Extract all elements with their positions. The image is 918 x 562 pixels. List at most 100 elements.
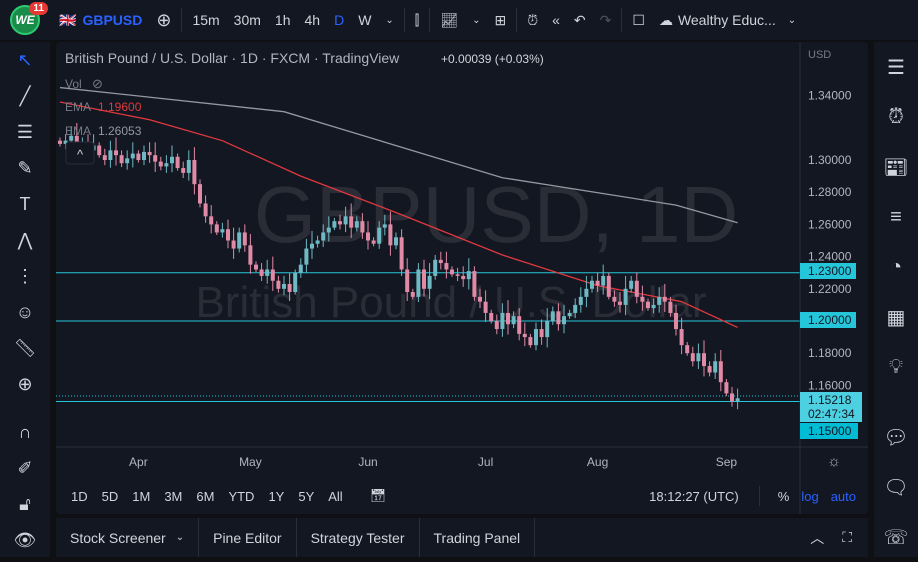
candle-body: [668, 301, 673, 313]
percent-toggle[interactable]: %: [778, 489, 790, 504]
indicators-icon[interactable]: 📈︎: [433, 0, 465, 40]
calendar-icon[interactable]: ▦: [874, 292, 918, 342]
candle-body: [640, 296, 645, 302]
candle-body: [259, 269, 264, 276]
price-chart[interactable]: GBPUSD, 1D British Pound / U.S. Dollar 1…: [56, 42, 868, 514]
range-1m[interactable]: 1M: [125, 489, 157, 504]
range-5y[interactable]: 5Y: [291, 489, 321, 504]
chevron-down-icon[interactable]: ⌄: [378, 0, 400, 40]
undo-icon[interactable]: ↶: [567, 0, 593, 40]
compare-add-icon[interactable]: ⊕: [149, 0, 178, 40]
candle-body: [326, 227, 331, 233]
symbol-search[interactable]: 🇬🇧 GBPUSD: [52, 0, 149, 40]
notification-badge: 11: [29, 2, 48, 15]
interval-30m[interactable]: 30m: [227, 0, 268, 40]
chevron-down-icon[interactable]: ⌄: [465, 0, 487, 40]
layout-name[interactable]: ☁︎ Wealthy Educ... ⌄: [652, 0, 803, 40]
hotlist-icon[interactable]: ◔: [874, 242, 918, 292]
pencil-lock-icon[interactable]: ✐: [0, 450, 50, 486]
candle-body: [175, 156, 180, 169]
auto-toggle[interactable]: auto: [831, 489, 856, 504]
redo-icon[interactable]: ↷: [593, 0, 619, 40]
zoom-in-icon[interactable]: ⊕: [0, 366, 50, 402]
time-tick: Jun: [358, 455, 377, 469]
brush-icon[interactable]: ✎: [0, 150, 50, 186]
tab-strategy-tester[interactable]: Strategy Tester: [297, 518, 420, 557]
chart-pane[interactable]: GBPUSD, 1D British Pound / U.S. Dollar 1…: [56, 42, 868, 514]
maximize-icon[interactable]: ⛶: [842, 529, 852, 546]
alarm-icon[interactable]: ⏰︎: [520, 0, 545, 40]
watchlist-icon[interactable]: ☰: [874, 42, 918, 92]
candle-body: [125, 158, 130, 164]
candle-body: [142, 151, 146, 160]
ema-fast-label[interactable]: EMA: [65, 100, 91, 114]
fullscreen-square-icon[interactable]: ☐: [625, 0, 652, 40]
interval-15m[interactable]: 15m: [185, 0, 226, 40]
chevron-up-icon[interactable]: ︿: [810, 528, 824, 548]
tab-stock-screener[interactable]: Stock Screener ⌄: [56, 518, 200, 557]
candles-icon[interactable]: ⫿: [408, 0, 426, 40]
log-toggle[interactable]: log: [801, 489, 818, 504]
alerts-icon[interactable]: ⏰︎: [874, 92, 918, 142]
candle-body: [724, 382, 729, 394]
interval-1h[interactable]: 1h: [268, 0, 298, 40]
range-5d[interactable]: 5D: [95, 489, 126, 504]
watermark-symbol: GBPUSD, 1D: [254, 170, 739, 259]
candle-body: [634, 280, 639, 297]
eye-icon[interactable]: 👁︎: [0, 522, 50, 558]
interval-4h[interactable]: 4h: [297, 0, 327, 40]
candle-body: [226, 229, 230, 241]
tab-pine-editor[interactable]: Pine Editor: [199, 518, 297, 557]
trend-line-icon[interactable]: ╱: [0, 78, 50, 114]
emoji-icon[interactable]: ☺: [0, 294, 50, 330]
pattern-icon[interactable]: ⋀: [0, 222, 50, 258]
fib-icon[interactable]: ☰: [0, 114, 50, 150]
ema-slow-label[interactable]: EMA: [65, 124, 91, 138]
collapse-legend-button[interactable]: ^: [65, 141, 95, 165]
profile-avatar[interactable]: WE 11: [10, 2, 48, 35]
lock-icon[interactable]: 🔓︎: [0, 486, 50, 522]
range-1d[interactable]: 1D: [64, 489, 95, 504]
replay-icon[interactable]: «: [545, 0, 567, 40]
candle-body: [590, 280, 594, 289]
candle-body: [422, 269, 426, 289]
range-3m[interactable]: 3M: [157, 489, 189, 504]
candle-body: [550, 311, 555, 321]
candle-body: [578, 296, 583, 305]
price-tick: 1.34000: [808, 89, 852, 103]
help-icon[interactable]: ☏: [874, 512, 918, 562]
candle-body: [651, 304, 656, 309]
price-tick: 1.28000: [808, 185, 852, 199]
range-all[interactable]: All: [321, 489, 349, 504]
candle-body: [685, 345, 690, 354]
magnet-icon[interactable]: ∩: [0, 414, 50, 450]
news-icon[interactable]: 📰︎: [874, 142, 918, 192]
candle-body: [427, 275, 432, 289]
details-icon[interactable]: ≡: [874, 192, 918, 242]
interval-w[interactable]: W: [351, 0, 378, 40]
range-1y[interactable]: 1Y: [261, 489, 291, 504]
messages-icon[interactable]: 🗨︎: [874, 462, 918, 512]
candle-body: [343, 216, 348, 225]
ideas-icon[interactable]: 💡︎: [874, 342, 918, 392]
cursor-icon[interactable]: ↖: [0, 42, 50, 78]
hidden-eye-icon[interactable]: ⊘: [92, 76, 103, 91]
candle-body: [584, 288, 589, 297]
layout-grid-icon[interactable]: ⊞: [487, 0, 513, 40]
range-6m[interactable]: 6M: [189, 489, 221, 504]
tab-trading-panel[interactable]: Trading Panel: [420, 518, 536, 557]
utc-clock[interactable]: 18:12:27 (UTC): [649, 489, 739, 504]
settings-gear-icon[interactable]: ☼: [827, 453, 841, 470]
range-ytd[interactable]: YTD: [221, 489, 261, 504]
candle-body: [254, 264, 258, 270]
currency-label[interactable]: USD: [808, 49, 831, 61]
interval-d[interactable]: D: [327, 0, 351, 40]
candle-body: [623, 288, 628, 305]
text-icon[interactable]: T: [0, 186, 50, 222]
ruler-icon[interactable]: 📏︎: [0, 330, 50, 366]
candle-body: [209, 216, 214, 225]
prediction-icon[interactable]: ⋮: [0, 258, 50, 294]
chat-icon[interactable]: 💬︎: [874, 412, 918, 462]
vol-legend[interactable]: Vol: [65, 77, 82, 91]
date-range-icon[interactable]: 📅︎: [370, 488, 387, 504]
